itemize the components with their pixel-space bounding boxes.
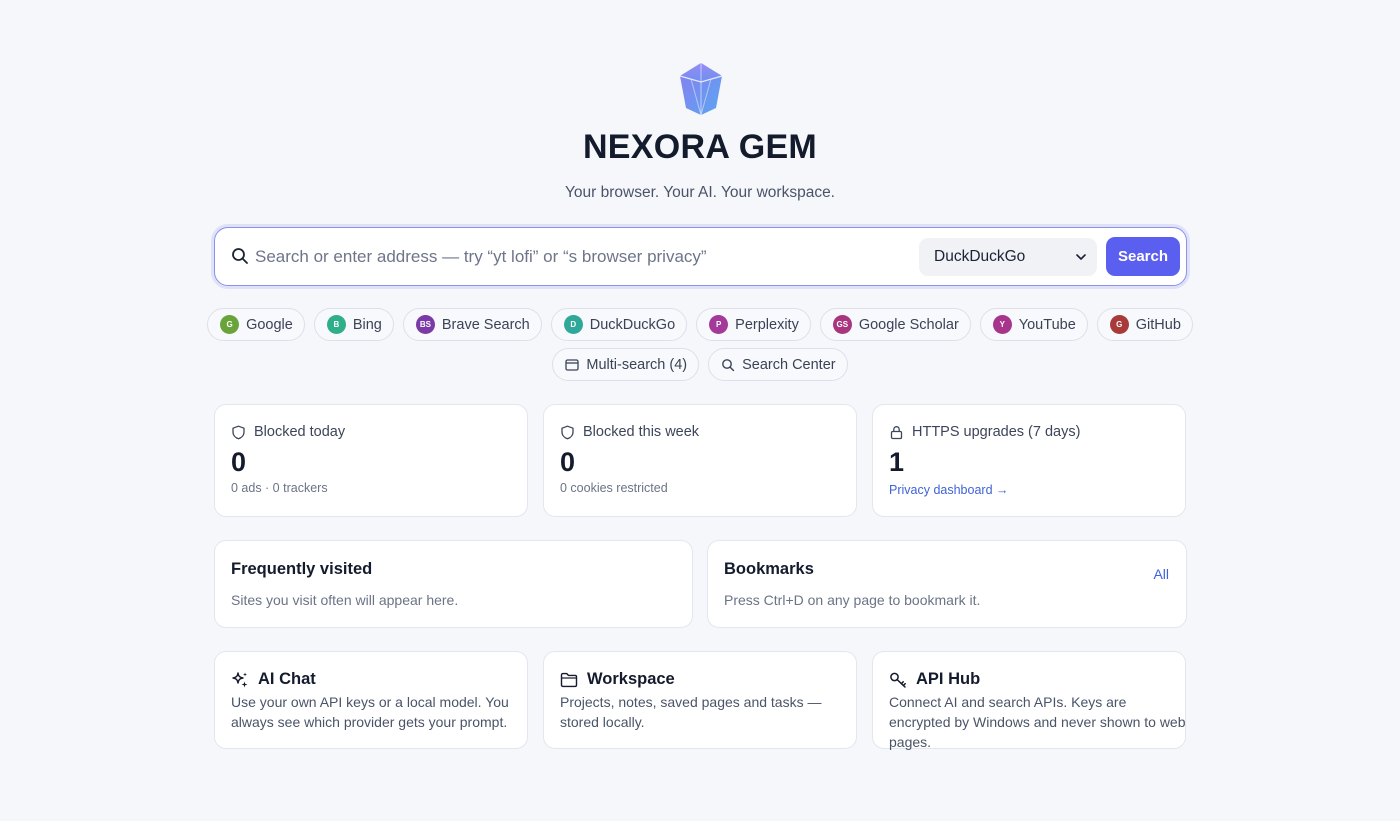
engine-chip-bing[interactable]: B Bing bbox=[313, 308, 394, 341]
stat-card-blocked-week: Blocked this week 0 0 cookies restricted bbox=[543, 404, 857, 517]
stat-value: 1 bbox=[889, 447, 905, 477]
engine-chip-google-scholar[interactable]: GS Google Scholar bbox=[819, 308, 971, 341]
brave-search-icon: BS bbox=[415, 315, 435, 334]
frequently-visited-empty: Sites you visit often will appear here. bbox=[231, 592, 459, 608]
stat-label: HTTPS upgrades (7 days) bbox=[912, 424, 1081, 440]
engine-chip-github[interactable]: G GitHub bbox=[1096, 308, 1193, 341]
feature-description: Projects, notes, saved pages and tasks —… bbox=[560, 694, 822, 730]
engine-select-value: DuckDuckGo bbox=[934, 248, 1026, 265]
search-icon bbox=[232, 248, 248, 264]
app-title: NEXORA GEM bbox=[582, 128, 818, 166]
feature-card-ai-chat[interactable]: AI Chat Use your own API keys or a local… bbox=[214, 651, 528, 749]
engine-chip-label: Google bbox=[246, 316, 293, 333]
multi-search-button[interactable]: Multi-search (4) bbox=[552, 348, 700, 381]
engine-chip-google[interactable]: G Google bbox=[207, 308, 305, 341]
bing-icon: B bbox=[326, 315, 346, 334]
feature-title: AI Chat bbox=[258, 670, 316, 688]
engine-chip-perplexity[interactable]: P Perplexity bbox=[696, 308, 811, 341]
lock-icon bbox=[890, 425, 903, 439]
engine-chip-label: Bing bbox=[352, 316, 382, 333]
perplexity-icon: P bbox=[709, 315, 729, 334]
multi-search-label: Multi-search (4) bbox=[586, 356, 688, 373]
stat-subtext: 0 cookies restricted bbox=[560, 481, 668, 495]
stat-value: 0 bbox=[560, 447, 576, 477]
bookmarks-all-link[interactable]: All bbox=[1153, 566, 1169, 582]
stat-value: 0 bbox=[231, 447, 247, 477]
feature-card-api-hub[interactable]: API Hub Connect AI and search APIs. Keys… bbox=[872, 651, 1186, 750]
window-icon bbox=[565, 358, 580, 371]
stat-subtext: 0 ads · 0 trackers bbox=[231, 481, 328, 495]
engine-chip-label: Perplexity bbox=[735, 316, 799, 333]
engine-select[interactable]: DuckDuckGo bbox=[919, 238, 1097, 276]
feature-description: Use your own API keys or a local model. … bbox=[231, 694, 509, 730]
stat-card-blocked-today: Blocked today 0 0 ads · 0 trackers bbox=[214, 404, 528, 517]
google-scholar-icon: GS bbox=[832, 315, 852, 334]
engine-chip-label: DuckDuckGo bbox=[589, 316, 676, 333]
feature-title: Workspace bbox=[587, 670, 675, 688]
feature-title: API Hub bbox=[916, 670, 981, 688]
engine-chips: G Google B Bing BS Brave Search D DuckDu… bbox=[0, 308, 1400, 341]
stat-label: Blocked this week bbox=[583, 424, 700, 440]
search-button[interactable]: Search bbox=[1106, 237, 1180, 276]
search-center-label: Search Center bbox=[742, 356, 836, 373]
frequently-visited-panel: Frequently visited Sites you visit often… bbox=[214, 540, 693, 628]
engine-chip-duckduckgo[interactable]: D DuckDuckGo bbox=[550, 308, 688, 341]
chevron-down-icon bbox=[1076, 254, 1086, 260]
duckduckgo-icon: D bbox=[563, 315, 583, 334]
shield-icon bbox=[561, 425, 574, 439]
engine-chip-label: YouTube bbox=[1018, 316, 1076, 333]
bookmarks-title: Bookmarks bbox=[724, 560, 814, 578]
folder-icon bbox=[560, 672, 578, 687]
engine-chip-youtube[interactable]: Y YouTube bbox=[979, 308, 1088, 341]
stat-label: Blocked today bbox=[254, 424, 346, 440]
sparkles-icon bbox=[232, 671, 248, 687]
engine-chip-label: GitHub bbox=[1135, 316, 1181, 333]
engine-chip-brave-search[interactable]: BS Brave Search bbox=[402, 308, 542, 341]
github-icon: G bbox=[1109, 315, 1129, 334]
feature-description: Connect AI and search APIs. Keys are enc… bbox=[889, 694, 1186, 750]
frequently-visited-title: Frequently visited bbox=[231, 560, 373, 578]
stat-card-https-upgrades: HTTPS upgrades (7 days) 1 Privacy dashbo… bbox=[872, 404, 1186, 517]
feature-card-workspace[interactable]: Workspace Projects, notes, saved pages a… bbox=[543, 651, 857, 749]
bookmarks-empty: Press Ctrl+D on any page to bookmark it. bbox=[724, 592, 981, 608]
tool-chips: Multi-search (4) Search Center bbox=[0, 348, 1400, 381]
google-icon: G bbox=[220, 315, 240, 334]
privacy-dashboard-link[interactable]: Privacy dashboard → bbox=[889, 483, 1009, 497]
youtube-icon: Y bbox=[992, 315, 1012, 334]
engine-chip-label: Google Scholar bbox=[858, 316, 959, 333]
search-bar: DuckDuckGo Search bbox=[214, 227, 1187, 286]
app-tagline: Your browser. Your AI. Your workspace. bbox=[565, 184, 835, 201]
gem-logo-icon bbox=[679, 63, 723, 116]
search-input[interactable] bbox=[255, 240, 905, 274]
search-icon bbox=[722, 358, 735, 371]
key-icon bbox=[890, 672, 906, 688]
shield-icon bbox=[232, 425, 245, 439]
engine-chip-label: Brave Search bbox=[441, 316, 530, 333]
search-center-button[interactable]: Search Center bbox=[708, 348, 848, 381]
bookmarks-panel: Bookmarks All Press Ctrl+D on any page t… bbox=[707, 540, 1187, 628]
